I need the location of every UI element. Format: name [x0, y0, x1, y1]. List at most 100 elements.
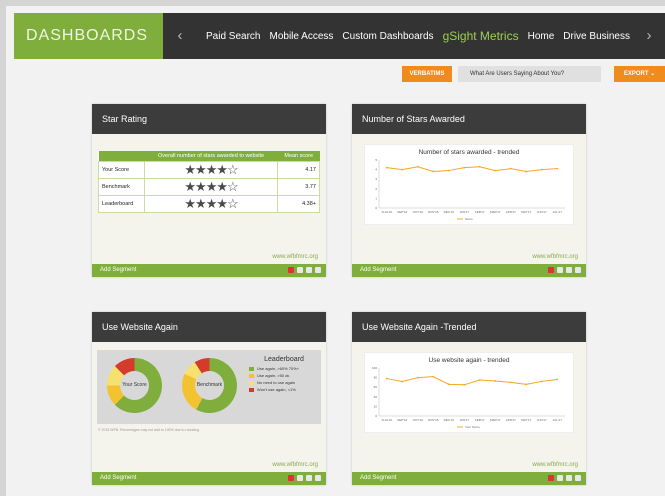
star-icons: ★★★★☆	[143, 194, 279, 213]
x-tick-label: JUN'17	[537, 418, 547, 422]
score-value: 4.38+	[277, 194, 320, 213]
refresh-icon[interactable]	[306, 475, 312, 481]
star-rating-widget: Star Rating Overall number of stars awar…	[92, 104, 326, 277]
star-icons: ★★★★☆	[143, 177, 279, 196]
widget-title: Use Website Again -Trended	[352, 312, 586, 342]
x-tick-label: NOV'16	[428, 210, 439, 214]
refresh-icon[interactable]	[306, 267, 312, 273]
x-tick-label: JUN'17	[537, 210, 547, 214]
row-label: Leaderboard	[98, 194, 145, 213]
verbatims-button[interactable]: VERBATIMS	[402, 66, 452, 82]
table-row: Your Score ★★★★☆ 4.17	[98, 160, 320, 179]
nav-mobile-access[interactable]: Mobile Access	[269, 31, 333, 42]
y-tick-label: 0	[375, 206, 377, 210]
y-tick-label: 20	[374, 404, 378, 408]
data-point	[556, 378, 559, 381]
y-tick-label: 40	[374, 395, 378, 399]
site-link[interactable]: www.wfbfmrc.org	[272, 462, 318, 468]
dashboards-brand[interactable]: DASHBOARDS	[14, 13, 163, 59]
delete-icon[interactable]	[575, 267, 581, 273]
delete-icon[interactable]	[315, 267, 321, 273]
settings-icon[interactable]	[557, 267, 563, 273]
data-point	[494, 169, 497, 172]
settings-icon[interactable]	[297, 267, 303, 273]
settings-icon[interactable]	[557, 475, 563, 481]
site-link[interactable]: www.wfbfmrc.org	[532, 462, 578, 468]
stars-trend-chart: 0 1 2 3 4 5 AUG'16 SEP'16 OCT'16 NOV'16 DEC'16 JAN'…	[375, 158, 565, 221]
widget-body: Overall number of stars awarded to websi…	[92, 134, 326, 264]
x-tick-label: MAR'17	[490, 210, 501, 214]
nav-drive-business[interactable]: Drive Business	[563, 31, 630, 42]
legend-label: Won't use again, <1%	[257, 387, 296, 392]
table-header: Mean score	[277, 151, 320, 161]
table-header: Overall number of stars awarded to websi…	[144, 151, 278, 161]
data-point	[540, 168, 543, 171]
row-label: Your Score	[98, 160, 145, 179]
legend-swatch	[249, 387, 254, 392]
data-point	[416, 376, 419, 379]
y-tick-label: 3	[375, 177, 377, 181]
delete-icon[interactable]	[575, 475, 581, 481]
close-icon[interactable]	[288, 475, 294, 481]
data-point	[447, 169, 450, 172]
delete-icon[interactable]	[315, 475, 321, 481]
x-tick-label: JAN'17	[459, 210, 469, 214]
x-tick-label: JAN'17	[459, 418, 469, 422]
data-point	[447, 383, 450, 386]
legend-label: Score	[465, 217, 473, 221]
nav-custom-dashboards[interactable]: Custom Dashboards	[342, 31, 433, 42]
nav-paid-search[interactable]: Paid Search	[206, 31, 260, 42]
row-label: Benchmark	[98, 177, 145, 196]
chevron-down-icon: ⌄	[650, 71, 656, 77]
y-tick-label: 80	[374, 376, 378, 380]
data-point	[509, 381, 512, 384]
site-link[interactable]: www.wfbfmrc.org	[272, 254, 318, 260]
legend-item: Use again, >50 ok	[249, 373, 319, 378]
data-point	[385, 377, 388, 380]
x-tick-label: AUG'16	[382, 418, 393, 422]
star-icons: ★★★★☆	[143, 160, 279, 179]
data-point	[401, 380, 404, 383]
data-point	[463, 383, 466, 386]
donut-panel: Your Score Benchmark Leaderboard Use aga…	[97, 350, 321, 424]
chart-card: Number of stars awarded - trended 0 1 2 3 4 5…	[364, 144, 574, 225]
series-line	[386, 166, 558, 173]
table-row: Leaderboard ★★★★☆ 4.38+	[98, 194, 320, 213]
widget-body: Number of stars awarded - trended 0 1 2 3 4 5…	[352, 134, 586, 264]
nav-prev-icon[interactable]: ‹	[170, 13, 190, 59]
refresh-icon[interactable]	[566, 267, 572, 273]
nav-home[interactable]: Home	[528, 31, 555, 42]
refresh-icon[interactable]	[566, 475, 572, 481]
close-icon[interactable]	[548, 475, 554, 481]
settings-icon[interactable]	[297, 475, 303, 481]
data-point	[525, 170, 528, 173]
y-tick-label: 100	[372, 366, 377, 370]
widget-footer: Add Segment	[92, 472, 326, 485]
question-select[interactable]: What Are Users Saying About You?	[458, 66, 601, 82]
data-point	[401, 168, 404, 171]
close-icon[interactable]	[548, 267, 554, 273]
site-link[interactable]: www.wfbfmrc.org	[532, 254, 578, 260]
score-value: 3.77	[277, 177, 320, 196]
nav-next-icon[interactable]: ›	[639, 13, 659, 59]
widget-body: Use website again - trended 0 20 40 60 80 100…	[352, 342, 586, 472]
x-tick-label: APR'17	[506, 210, 516, 214]
export-button[interactable]: EXPORT ⌄	[614, 66, 665, 82]
widget-title: Star Rating	[92, 104, 326, 134]
x-tick-label: FEB'17	[475, 418, 485, 422]
legend-swatch	[249, 380, 254, 385]
x-tick-label: DEC'16	[444, 418, 455, 422]
score-value: 4.17	[277, 160, 320, 179]
x-tick-label: JUL'17	[553, 418, 563, 422]
table-row: Benchmark ★★★★☆ 3.77	[98, 177, 320, 196]
nav-gsight-metrics[interactable]: gSight Metrics	[443, 29, 519, 43]
widget-footer: Add Segment	[92, 264, 326, 277]
footnote: © 2015 WFB. Percentages may not add to 1…	[98, 428, 200, 432]
top-nav-bar: DASHBOARDS ‹ Paid Search Mobile Access C…	[14, 13, 665, 59]
your-score-donut: Your Score	[107, 358, 162, 413]
y-tick-label: 2	[375, 187, 377, 191]
legend-item: Use again, >60% 70%+	[249, 366, 319, 371]
close-icon[interactable]	[288, 267, 294, 273]
legend-item: No need to use again	[249, 380, 319, 385]
data-point	[432, 170, 435, 173]
